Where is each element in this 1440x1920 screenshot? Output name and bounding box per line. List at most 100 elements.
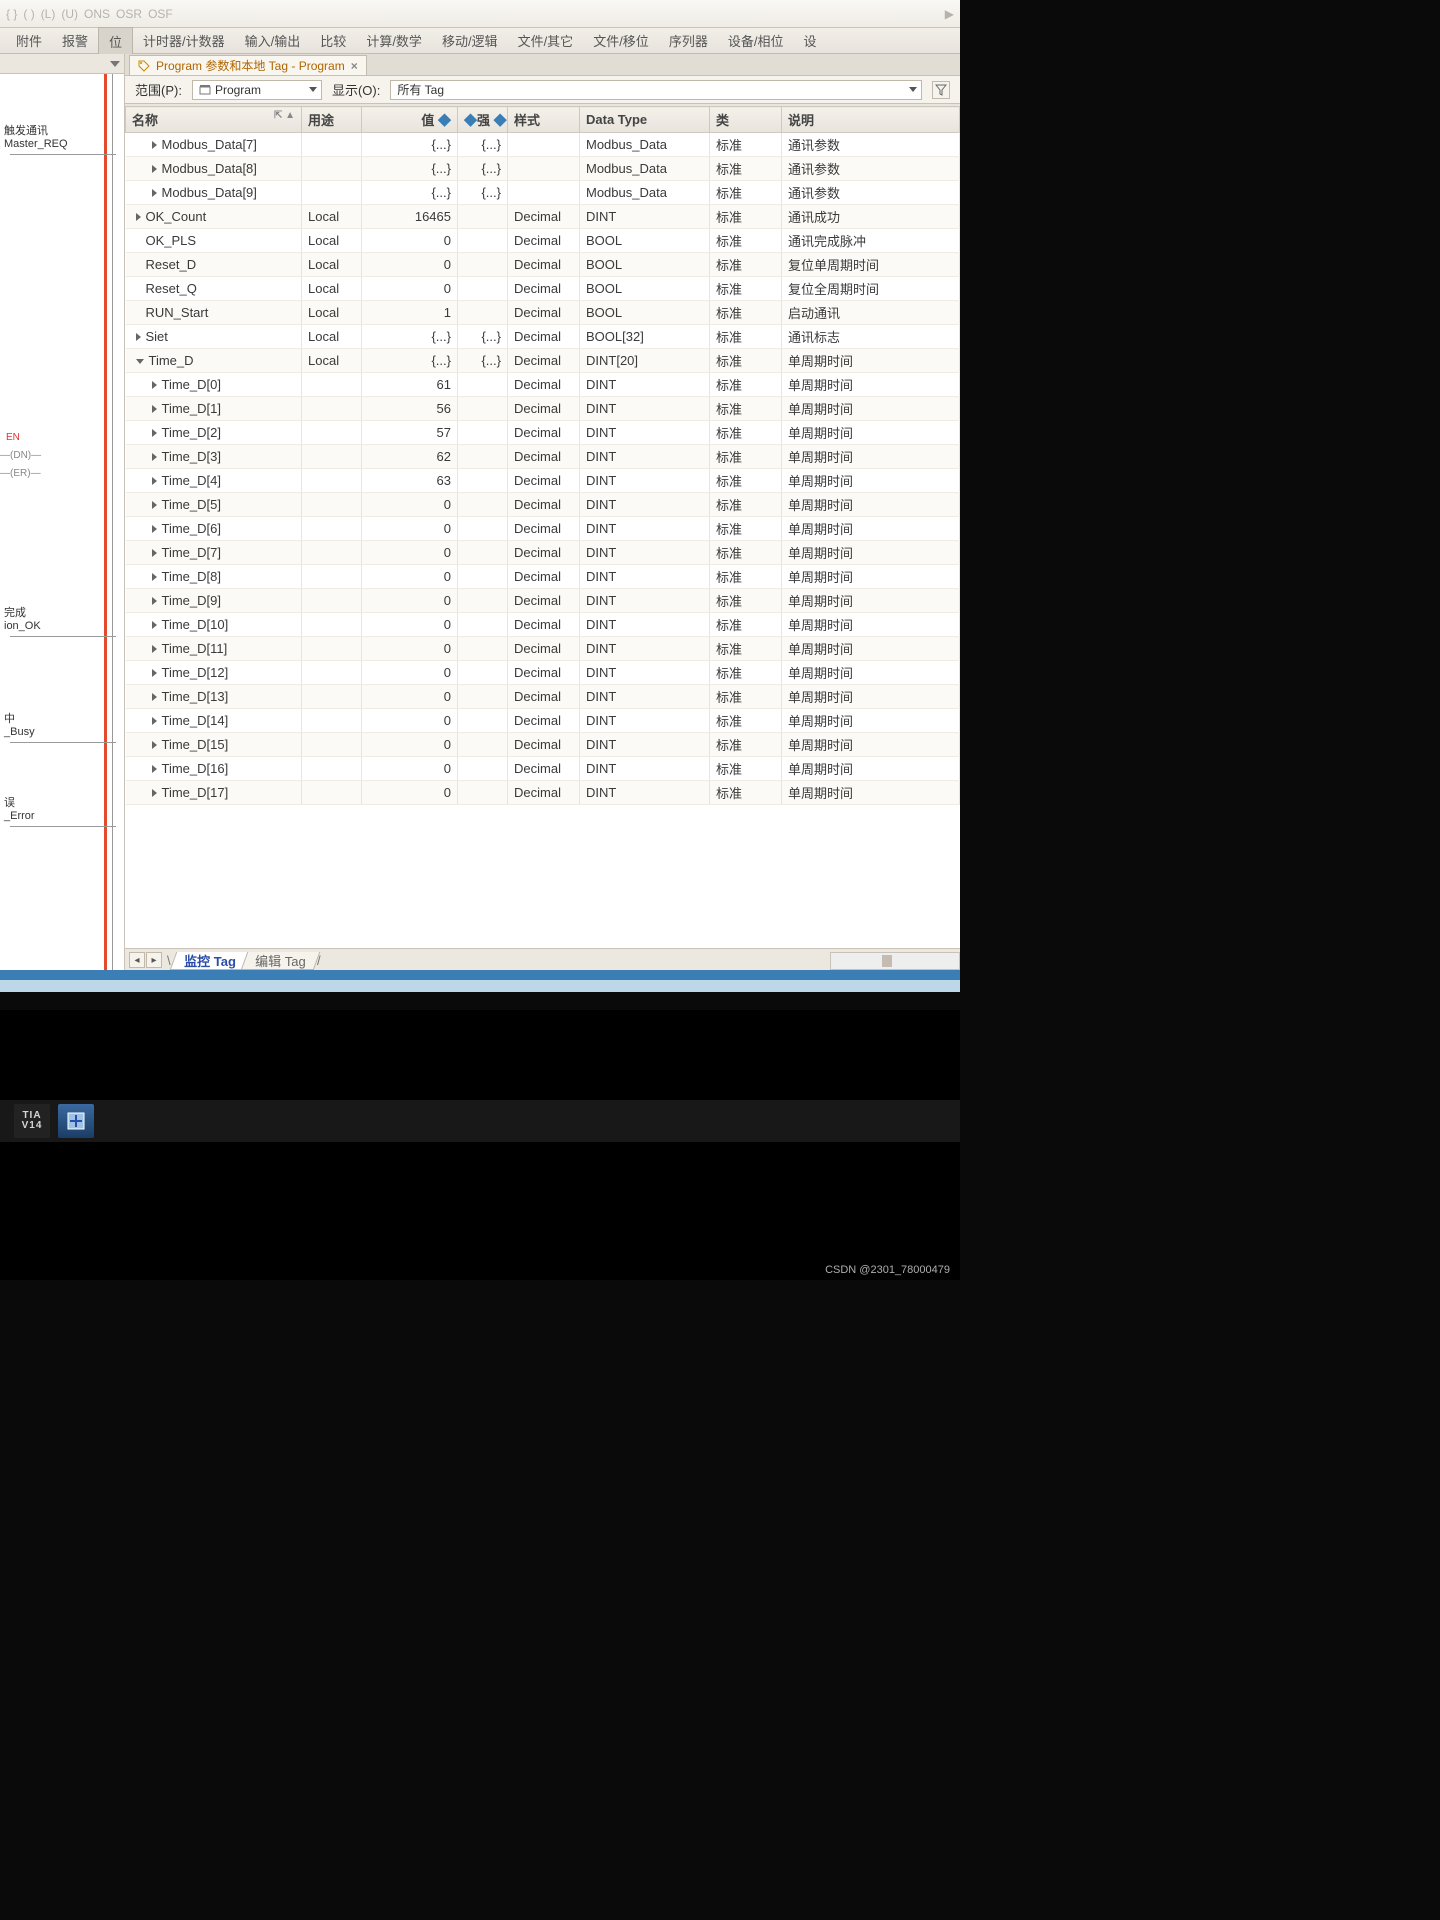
cell-force[interactable]: {...} [458, 325, 508, 349]
expand-icon[interactable] [152, 453, 157, 461]
cell-force[interactable] [458, 493, 508, 517]
expand-icon[interactable] [136, 333, 141, 341]
tool-icon[interactable]: (U) [61, 7, 78, 21]
col-class[interactable]: 类 [710, 107, 782, 133]
cell-force[interactable] [458, 661, 508, 685]
cell-value[interactable]: 0 [362, 277, 458, 301]
menu-item[interactable]: 报警 [52, 27, 98, 54]
taskbar-icon-tia[interactable]: TIA V14 [14, 1104, 50, 1138]
table-row[interactable]: Time_D[0]61DecimalDINT标准单周期时间 [126, 373, 960, 397]
cell-force[interactable] [458, 757, 508, 781]
expand-icon[interactable] [152, 549, 157, 557]
table-row[interactable]: Time_D[13]0DecimalDINT标准单周期时间 [126, 685, 960, 709]
col-usage[interactable]: 用途 [302, 107, 362, 133]
cell-value[interactable]: 0 [362, 493, 458, 517]
cell-force[interactable] [458, 205, 508, 229]
menu-item[interactable]: 文件/其它 [508, 27, 584, 54]
scope-dropdown[interactable]: Program [192, 80, 322, 100]
menu-item[interactable]: 设备/相位 [718, 27, 794, 54]
cell-force[interactable] [458, 733, 508, 757]
cell-force[interactable] [458, 685, 508, 709]
expand-icon[interactable] [152, 405, 157, 413]
cell-value[interactable]: 0 [362, 613, 458, 637]
menu-item[interactable]: 附件 [6, 27, 52, 54]
table-row[interactable]: Time_D[12]0DecimalDINT标准单周期时间 [126, 661, 960, 685]
col-style[interactable]: 样式 [508, 107, 580, 133]
cell-force[interactable] [458, 517, 508, 541]
expand-icon[interactable] [152, 501, 157, 509]
expand-icon[interactable] [136, 213, 141, 221]
tool-icon[interactable]: OSF [148, 7, 173, 21]
cell-value[interactable]: {...} [362, 181, 458, 205]
table-row[interactable]: Time_D[2]57DecimalDINT标准单周期时间 [126, 421, 960, 445]
expand-icon[interactable] [152, 189, 157, 197]
tool-icon[interactable]: (L) [41, 7, 56, 21]
table-row[interactable]: RUN_StartLocal1DecimalBOOL标准启动通讯 [126, 301, 960, 325]
cell-force[interactable]: {...} [458, 181, 508, 205]
table-row[interactable]: Time_D[6]0DecimalDINT标准单周期时间 [126, 517, 960, 541]
tab-monitor[interactable]: 监控 Tag [169, 952, 249, 970]
table-row[interactable]: Time_DLocal{...}{...}DecimalDINT[20]标准单周… [126, 349, 960, 373]
cell-value[interactable]: 0 [362, 757, 458, 781]
windows-taskbar[interactable]: TIA V14 [0, 1100, 960, 1142]
tool-icon[interactable]: OSR [116, 7, 142, 21]
expand-icon[interactable] [152, 693, 157, 701]
table-row[interactable]: Time_D[9]0DecimalDINT标准单周期时间 [126, 589, 960, 613]
cell-value[interactable]: 0 [362, 229, 458, 253]
table-row[interactable]: Time_D[7]0DecimalDINT标准单周期时间 [126, 541, 960, 565]
cell-value[interactable]: {...} [362, 349, 458, 373]
menu-item[interactable]: 输入/输出 [235, 27, 311, 54]
tab-nav-first[interactable]: ◂ [129, 952, 145, 968]
menu-item[interactable]: 位 [98, 27, 133, 55]
tool-icon[interactable]: { } [6, 7, 17, 21]
col-desc[interactable]: 说明 [782, 107, 960, 133]
table-row[interactable]: Time_D[1]56DecimalDINT标准单周期时间 [126, 397, 960, 421]
col-datatype[interactable]: Data Type [580, 107, 710, 133]
expand-icon[interactable] [152, 381, 157, 389]
col-name[interactable]: 名称⇱ ▲ [126, 107, 302, 133]
cell-force[interactable] [458, 589, 508, 613]
cell-value[interactable]: 0 [362, 541, 458, 565]
cell-force[interactable] [458, 397, 508, 421]
close-tab-button[interactable]: × [351, 59, 358, 73]
taskbar-icon-rslogix[interactable] [58, 1104, 94, 1138]
cell-value[interactable]: 0 [362, 637, 458, 661]
menu-item[interactable]: 计算/数学 [356, 27, 432, 54]
table-row[interactable]: Reset_DLocal0DecimalBOOL标准复位单周期时间 [126, 253, 960, 277]
cell-force[interactable] [458, 781, 508, 805]
table-row[interactable]: Time_D[10]0DecimalDINT标准单周期时间 [126, 613, 960, 637]
expand-icon[interactable] [152, 669, 157, 677]
expand-icon[interactable] [152, 141, 157, 149]
menu-item[interactable]: 比较 [310, 27, 356, 54]
show-dropdown[interactable]: 所有 Tag [390, 80, 922, 100]
menu-item[interactable]: 移动/逻辑 [432, 27, 508, 54]
table-row[interactable]: Time_D[15]0DecimalDINT标准单周期时间 [126, 733, 960, 757]
menu-item[interactable]: 计时器/计数器 [133, 27, 235, 54]
cell-value[interactable]: 0 [362, 781, 458, 805]
col-value[interactable]: 值 ◆ [362, 107, 458, 133]
tool-icon[interactable]: ( ) [23, 7, 34, 21]
cell-force[interactable] [458, 421, 508, 445]
cell-value[interactable]: 0 [362, 565, 458, 589]
expand-icon[interactable] [152, 741, 157, 749]
expand-icon[interactable] [152, 597, 157, 605]
table-row[interactable]: Time_D[5]0DecimalDINT标准单周期时间 [126, 493, 960, 517]
table-row[interactable]: Time_D[8]0DecimalDINT标准单周期时间 [126, 565, 960, 589]
cell-force[interactable]: {...} [458, 157, 508, 181]
expand-icon[interactable] [152, 429, 157, 437]
cell-value[interactable]: {...} [362, 157, 458, 181]
cell-value[interactable]: 1 [362, 301, 458, 325]
expand-icon[interactable] [152, 573, 157, 581]
tag-grid[interactable]: 名称⇱ ▲ 用途 值 ◆ ◆强 ◆ 样式 Data Type 类 说明 Modb… [125, 106, 960, 948]
cell-force[interactable] [458, 277, 508, 301]
cell-force[interactable] [458, 469, 508, 493]
cell-value[interactable]: 0 [362, 589, 458, 613]
table-row[interactable]: Time_D[17]0DecimalDINT标准单周期时间 [126, 781, 960, 805]
table-row[interactable]: OK_PLSLocal0DecimalBOOL标准通讯完成脉冲 [126, 229, 960, 253]
tool-icon[interactable]: ONS [84, 7, 110, 21]
table-row[interactable]: Time_D[4]63DecimalDINT标准单周期时间 [126, 469, 960, 493]
cell-value[interactable]: 56 [362, 397, 458, 421]
cell-force[interactable] [458, 565, 508, 589]
expand-icon[interactable] [152, 621, 157, 629]
expand-icon[interactable] [152, 477, 157, 485]
